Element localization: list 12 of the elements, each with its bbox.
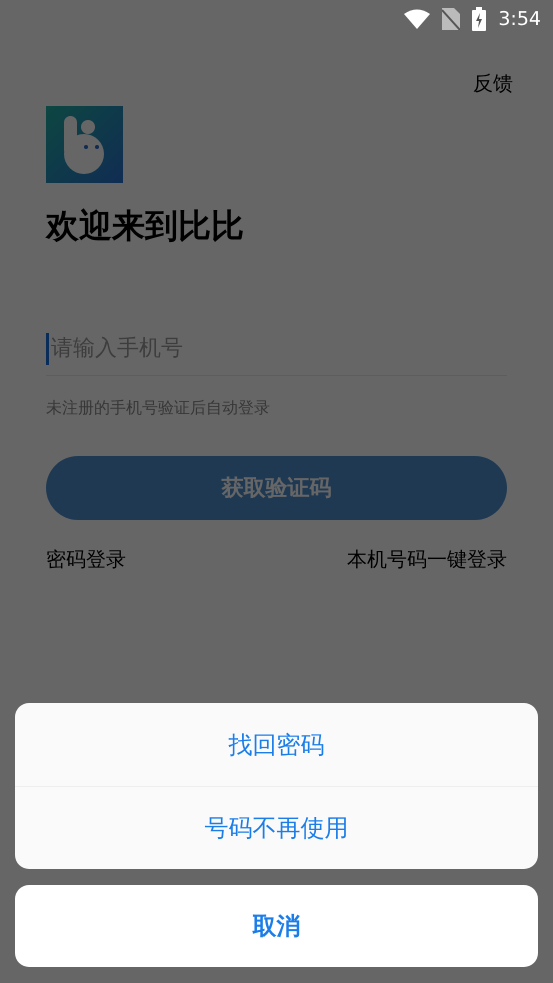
cancel-button[interactable]: 取消 [15, 885, 538, 967]
welcome-title: 欢迎来到比比 [46, 209, 245, 242]
feedback-button[interactable]: 反馈 [473, 68, 513, 98]
no-sim-icon [442, 8, 460, 30]
sheet-option[interactable]: 号码不再使用 [15, 786, 538, 869]
text-cursor [46, 332, 49, 364]
login-option-link[interactable]: 密码登录 [46, 544, 126, 574]
wifi-icon [404, 9, 430, 29]
sheet-option[interactable]: 找回密码 [15, 703, 538, 786]
battery-charging-icon [472, 7, 486, 31]
login-option-link[interactable]: 本机号码一键登录 [347, 544, 507, 574]
status-time: 3:54 [498, 6, 541, 32]
